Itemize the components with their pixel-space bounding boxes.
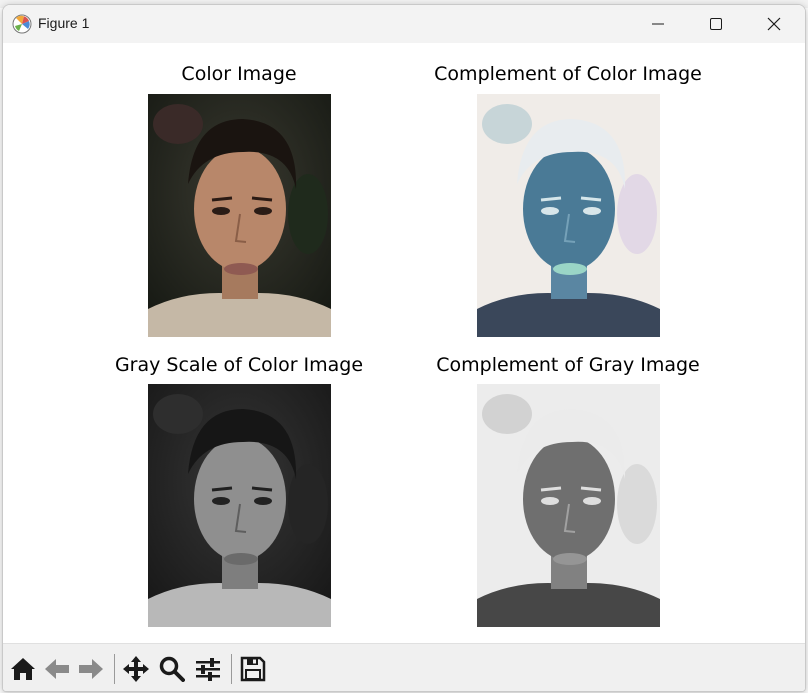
toolbar-separator [231,654,232,684]
forward-button[interactable] [76,654,106,684]
back-button[interactable] [42,654,72,684]
pan-button[interactable] [121,654,151,684]
gray-image [148,384,331,627]
save-icon [240,656,266,682]
pan-icon [123,656,149,682]
configure-subplots-button[interactable] [193,654,223,684]
back-icon [45,659,69,679]
color-image [148,94,331,337]
gray-complement-image [477,384,660,627]
home-button[interactable] [8,654,38,684]
minimize-icon [652,23,664,25]
maximize-icon [710,18,722,30]
navigation-toolbar [3,643,805,691]
maximize-button[interactable] [687,5,745,43]
title-bar[interactable]: Figure 1 [3,5,805,43]
figure-canvas[interactable]: Color Image Complement of Color Image Gr… [3,43,805,643]
forward-icon [79,659,103,679]
zoom-button[interactable] [157,654,187,684]
close-icon [767,17,781,31]
toolbar-separator [114,654,115,684]
configure-subplots-icon [196,658,220,681]
home-icon [11,658,35,680]
subplot-title-gray: Gray Scale of Color Image [114,354,364,376]
minimize-button[interactable] [629,5,687,43]
figure-window: Figure 1 Color Image Complement of Color… [2,4,806,692]
close-button[interactable] [745,5,803,43]
zoom-icon [159,656,185,682]
save-button[interactable] [238,654,268,684]
color-complement-image [477,94,660,337]
window-title: Figure 1 [38,15,90,31]
matplotlib-app-icon [12,14,32,34]
subplot-title-gray-complement: Complement of Gray Image [436,354,700,376]
subplot-title-color-complement: Complement of Color Image [434,63,702,85]
subplot-title-color: Color Image [181,63,297,85]
